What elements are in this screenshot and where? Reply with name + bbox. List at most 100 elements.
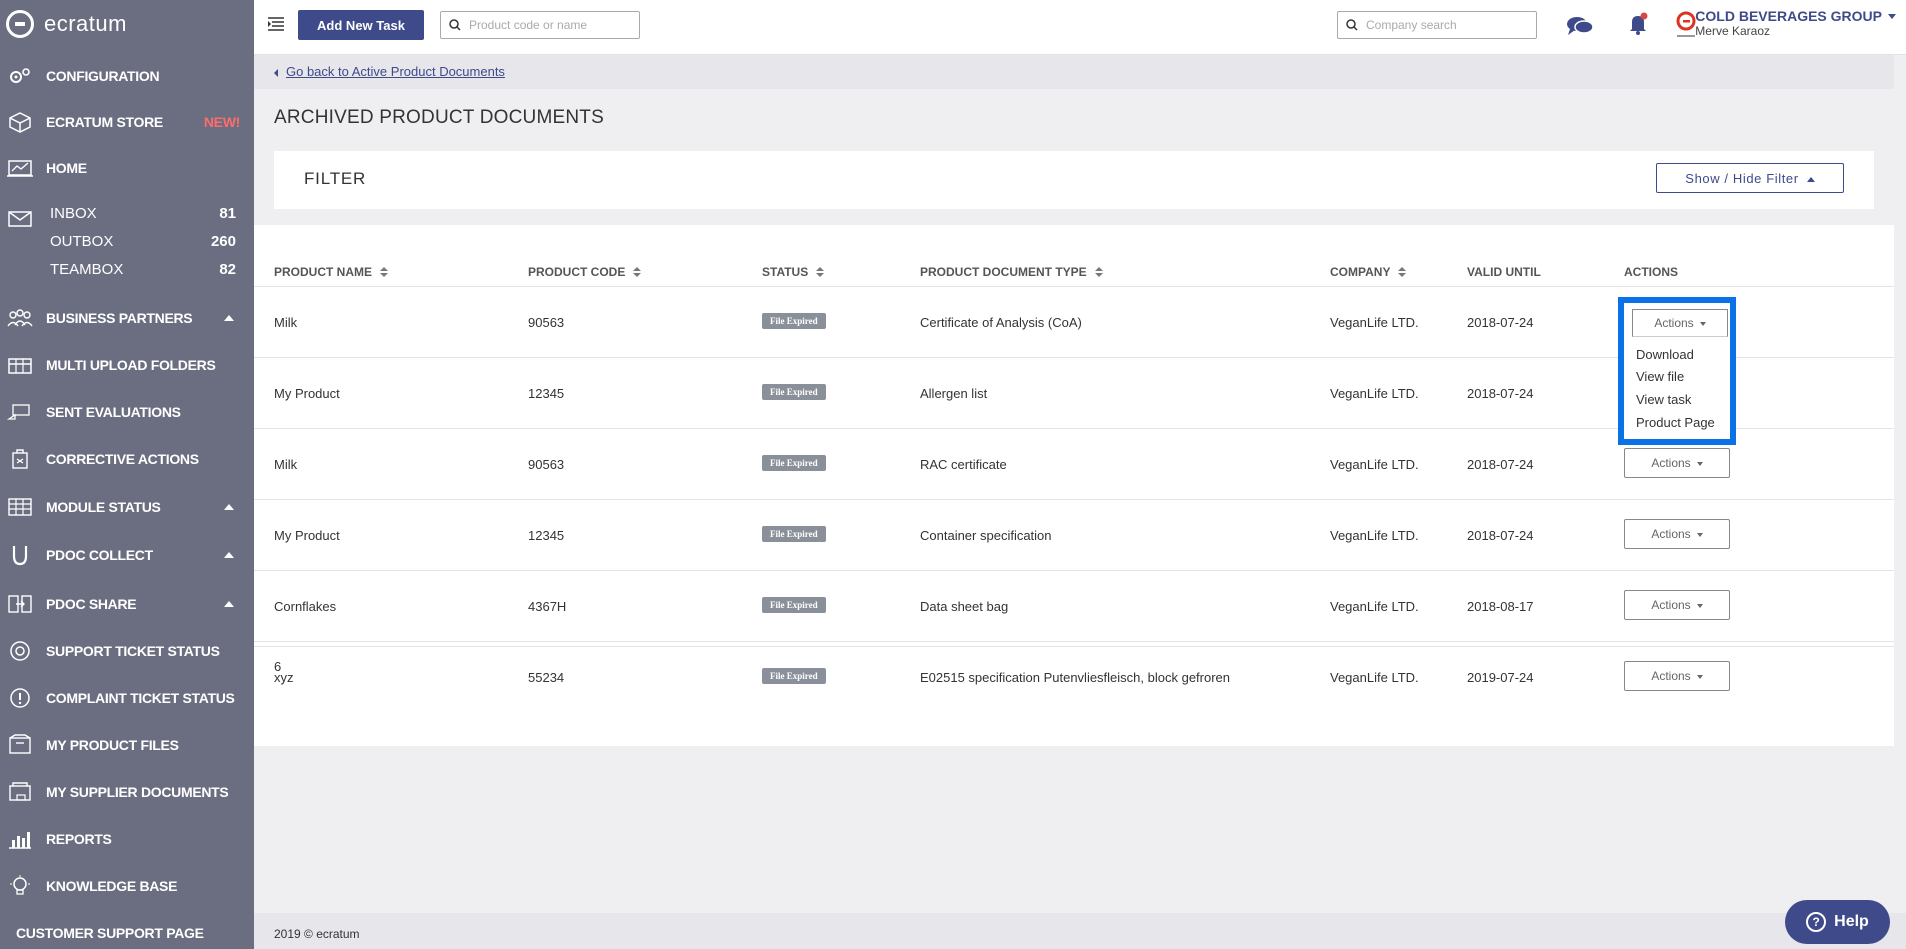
gears-icon bbox=[6, 65, 34, 87]
sidebar-item-configuration[interactable]: CONFIGURATION bbox=[0, 65, 254, 87]
back-link[interactable]: Go back to Active Product Documents bbox=[286, 64, 505, 79]
show-hide-filter-button[interactable]: Show / Hide Filter bbox=[1656, 163, 1844, 193]
product-files-icon bbox=[6, 734, 34, 756]
actions-button[interactable]: Actions bbox=[1632, 309, 1728, 337]
chevron-up-icon[interactable] bbox=[224, 601, 234, 607]
menu-item-view-task[interactable]: View task bbox=[1636, 392, 1691, 407]
status-badge: File Expired bbox=[762, 384, 826, 400]
sidebar-item-home[interactable]: HOME bbox=[0, 157, 254, 179]
sort-icon[interactable] bbox=[380, 267, 388, 277]
product-name-cell: My Product bbox=[274, 386, 340, 401]
footer: 2019 © ecratum bbox=[254, 913, 1906, 949]
sidebar-item-pdoc-share[interactable]: PDOC SHARE bbox=[0, 593, 254, 615]
company-cell: VeganLife LTD. bbox=[1330, 315, 1419, 330]
company-switcher[interactable]: COLD BEVERAGES GROUP Merve Karaoz bbox=[1695, 8, 1882, 38]
sidebar-item-support-ticket-status[interactable]: SUPPORT TICKET STATUS bbox=[0, 640, 254, 662]
corrective-icon bbox=[6, 448, 34, 470]
product-name-cell: Milk bbox=[274, 315, 298, 330]
chevron-up-icon[interactable] bbox=[224, 315, 234, 321]
sort-icon[interactable] bbox=[1398, 267, 1407, 277]
sidebar-item-corrective-actions[interactable]: CORRECTIVE ACTIONS bbox=[0, 448, 254, 470]
magnet-icon bbox=[6, 544, 34, 566]
breadcrumb: Go back to Active Product Documents bbox=[254, 55, 1894, 89]
sidebar-item-customer-support-page[interactable]: CUSTOMER SUPPORT PAGE bbox=[0, 922, 270, 944]
document-type-cell: RAC certificate bbox=[920, 457, 1007, 472]
home-icon bbox=[6, 157, 34, 179]
sidebar-item-reports[interactable]: REPORTS bbox=[0, 828, 254, 850]
product-code-cell: 90563 bbox=[528, 315, 565, 330]
product-search-box bbox=[440, 11, 640, 39]
chevron-up-icon[interactable] bbox=[224, 504, 234, 510]
valid-until-cell: 2018-07-24 bbox=[1467, 528, 1534, 543]
sidebar-item-complaint-ticket-status[interactable]: COMPLAINT TICKET STATUS bbox=[0, 687, 254, 709]
partners-icon bbox=[6, 307, 34, 329]
product-search-input[interactable] bbox=[467, 17, 621, 33]
chevron-up-icon[interactable] bbox=[224, 552, 234, 558]
store-icon bbox=[6, 111, 34, 133]
sort-icon[interactable] bbox=[633, 267, 642, 277]
logo-text: ecratum bbox=[44, 11, 127, 36]
header-status[interactable]: STATUS bbox=[762, 265, 825, 279]
sidebar-item-knowledge-base[interactable]: KNOWLEDGE BASE bbox=[0, 875, 254, 897]
result-count: 6 bbox=[254, 646, 1894, 687]
user-name: Merve Karaoz bbox=[1695, 24, 1770, 38]
sidebar-item-business-partners[interactable]: BUSINESS PARTNERS bbox=[0, 307, 254, 329]
sidebar-item-ecratum-store[interactable]: ECRATUM STORE NEW! bbox=[0, 111, 254, 133]
sidebar-item-pdoc-collect[interactable]: PDOC COLLECT bbox=[0, 544, 254, 566]
header-document-type[interactable]: PRODUCT DOCUMENT TYPE bbox=[920, 265, 1103, 279]
sidebar-item-my-supplier-documents[interactable]: MY SUPPLIER DOCUMENTS bbox=[0, 781, 254, 803]
chevron-down-icon[interactable] bbox=[1888, 14, 1896, 19]
menu-icon[interactable] bbox=[268, 17, 284, 31]
chat-icon[interactable] bbox=[1566, 14, 1594, 38]
status-badge: File Expired bbox=[762, 597, 826, 613]
actions-dropdown-menu: Actions Download View file View task Pro… bbox=[1618, 297, 1736, 445]
menu-item-download[interactable]: Download bbox=[1636, 347, 1694, 362]
sort-icon[interactable] bbox=[1094, 267, 1103, 277]
ecratum-logo-icon bbox=[6, 10, 34, 38]
main-content: Go back to Active Product Documents ARCH… bbox=[254, 55, 1906, 949]
bell-icon[interactable] bbox=[1628, 12, 1650, 36]
header-company[interactable]: COMPANY bbox=[1330, 265, 1407, 279]
sidebar-item-outbox[interactable]: OUTBOX 260 bbox=[50, 233, 236, 250]
menu-item-product-page[interactable]: Product Page bbox=[1636, 415, 1715, 430]
envelope-icon bbox=[6, 207, 34, 229]
chevron-down-icon bbox=[1696, 532, 1703, 537]
document-type-cell: Certificate of Analysis (CoA) bbox=[920, 315, 1082, 330]
share-icon bbox=[6, 593, 34, 615]
add-new-task-button[interactable]: Add New Task bbox=[298, 10, 424, 40]
actions-button[interactable]: Actions bbox=[1624, 448, 1730, 478]
sort-icon[interactable] bbox=[816, 267, 825, 277]
chevron-left-icon bbox=[274, 69, 278, 77]
inbox-count: 81 bbox=[219, 205, 236, 222]
sidebar-item-inbox[interactable]: INBOX 81 bbox=[50, 205, 236, 222]
valid-until-cell: 2018-08-17 bbox=[1467, 599, 1534, 614]
chevron-down-icon bbox=[1696, 603, 1703, 608]
logo[interactable]: ecratum bbox=[6, 8, 127, 40]
document-type-cell: Container specification bbox=[920, 528, 1052, 543]
company-cell: VeganLife LTD. bbox=[1330, 457, 1419, 472]
sidebar-item-module-status[interactable]: MODULE STATUS bbox=[0, 496, 254, 518]
sidebar-item-multi-upload-folders[interactable]: MULTI UPLOAD FOLDERS bbox=[0, 354, 254, 376]
new-badge: NEW! bbox=[203, 114, 240, 130]
company-search-input[interactable] bbox=[1364, 17, 1518, 33]
page-title: ARCHIVED PRODUCT DOCUMENTS bbox=[274, 107, 604, 128]
company-cell: VeganLife LTD. bbox=[1330, 599, 1419, 614]
header-product-code[interactable]: PRODUCT CODE bbox=[528, 265, 642, 279]
company-cell: VeganLife LTD. bbox=[1330, 386, 1419, 401]
table-row: My Product 12345 Container specification Ve… bbox=[254, 499, 1894, 571]
sidebar-item-teambox[interactable]: TEAMBOX 82 bbox=[50, 261, 236, 278]
sidebar-item-my-product-files[interactable]: MY PRODUCT FILES bbox=[0, 734, 254, 756]
help-button[interactable]: ? Help bbox=[1785, 900, 1890, 944]
filter-title: FILTER bbox=[304, 169, 367, 188]
product-name-cell: My Product bbox=[274, 528, 340, 543]
actions-button[interactable]: Actions bbox=[1624, 590, 1730, 620]
menu-item-view-file[interactable]: View file bbox=[1636, 369, 1684, 384]
product-code-cell: 12345 bbox=[528, 386, 565, 401]
company-cell: VeganLife LTD. bbox=[1330, 528, 1419, 543]
header-product-name[interactable]: PRODUCT NAME bbox=[274, 265, 388, 279]
actions-button[interactable]: Actions bbox=[1624, 519, 1730, 549]
evaluations-icon bbox=[6, 401, 34, 423]
lightbulb-icon bbox=[6, 875, 34, 897]
document-type-cell: Allergen list bbox=[920, 386, 988, 401]
sidebar-item-sent-evaluations[interactable]: SENT EVALUATIONS bbox=[0, 401, 254, 423]
